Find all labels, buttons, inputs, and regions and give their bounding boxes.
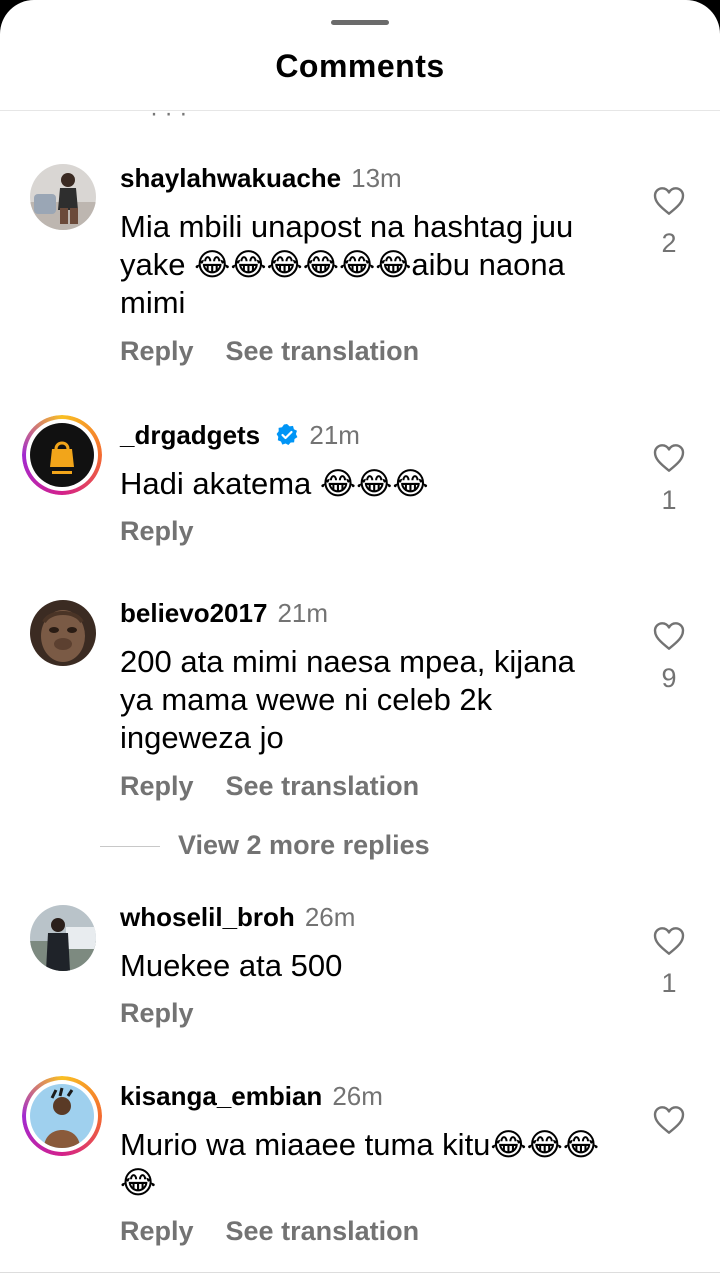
view-more-replies-button[interactable]: View 2 more replies <box>100 830 430 861</box>
comment-text: Murio wa miaaee tuma kitu😂😂😂😂 <box>120 1127 600 1200</box>
sheet-title: Comments <box>275 48 445 84</box>
reply-button[interactable]: Reply <box>120 336 194 366</box>
header-divider <box>0 110 720 111</box>
reply-button[interactable]: Reply <box>120 771 194 801</box>
heart-icon[interactable] <box>652 926 686 961</box>
comment-text: Hadi akatema 😂😂😂 <box>120 466 429 501</box>
comment-actions: Reply See translation <box>120 771 451 802</box>
heart-icon[interactable] <box>652 443 686 478</box>
comment-username[interactable]: believo2017 21m <box>120 598 328 629</box>
comment-time: 21m <box>309 420 360 450</box>
scrolled-off-content: · · · <box>150 100 188 127</box>
heart-icon[interactable] <box>652 621 686 656</box>
heart-icon[interactable] <box>652 1105 686 1140</box>
comment-actions: Reply <box>120 998 226 1029</box>
comment-text: Mia mbili unapost na hashtag juu yake 😂😂… <box>120 209 574 320</box>
like-count: 1 <box>661 968 677 998</box>
comment-time: 13m <box>351 163 402 193</box>
avatar[interactable] <box>22 1076 102 1156</box>
comment-time: 21m <box>277 598 329 628</box>
comment-actions: Reply See translation <box>120 1216 451 1247</box>
comment-actions: Reply See translation <box>120 336 451 367</box>
comment-text: Muekee ata 500 <box>120 948 343 983</box>
avatar[interactable] <box>30 164 96 230</box>
avatar[interactable] <box>22 415 102 495</box>
comment-text: 200 ata mimi naesa mpea, kijana ya mama … <box>120 644 575 755</box>
see-translation-button[interactable]: See translation <box>226 1216 420 1246</box>
avatar[interactable] <box>30 600 96 666</box>
like-count: 2 <box>661 228 677 258</box>
comment-username[interactable]: kisanga_embian 26m <box>120 1081 383 1112</box>
avatar[interactable] <box>30 905 96 971</box>
reply-button[interactable]: Reply <box>120 516 194 546</box>
see-translation-button[interactable]: See translation <box>226 336 420 366</box>
comment-time: 26m <box>304 902 356 932</box>
comment-actions: Reply <box>120 516 226 547</box>
thread-line <box>100 846 160 848</box>
verified-badge-icon <box>275 423 299 454</box>
bottom-divider <box>0 1272 720 1273</box>
heart-icon[interactable] <box>652 186 686 221</box>
see-translation-button[interactable]: See translation <box>226 771 420 801</box>
like-count: 9 <box>661 663 677 693</box>
comment-username[interactable]: whoselil_broh 26m <box>120 902 355 933</box>
drag-handle[interactable] <box>331 20 389 25</box>
comment-username[interactable]: shaylahwakuache 13m <box>120 163 402 194</box>
like-count: 1 <box>661 485 677 515</box>
reply-button[interactable]: Reply <box>120 998 194 1028</box>
comments-sheet: Comments · · · shaylahwakuache 13m Mia mb… <box>0 0 720 1279</box>
comment-username[interactable]: _drgadgets 21m <box>120 420 360 454</box>
comment-time: 26m <box>332 1081 383 1111</box>
reply-button[interactable]: Reply <box>120 1216 194 1246</box>
